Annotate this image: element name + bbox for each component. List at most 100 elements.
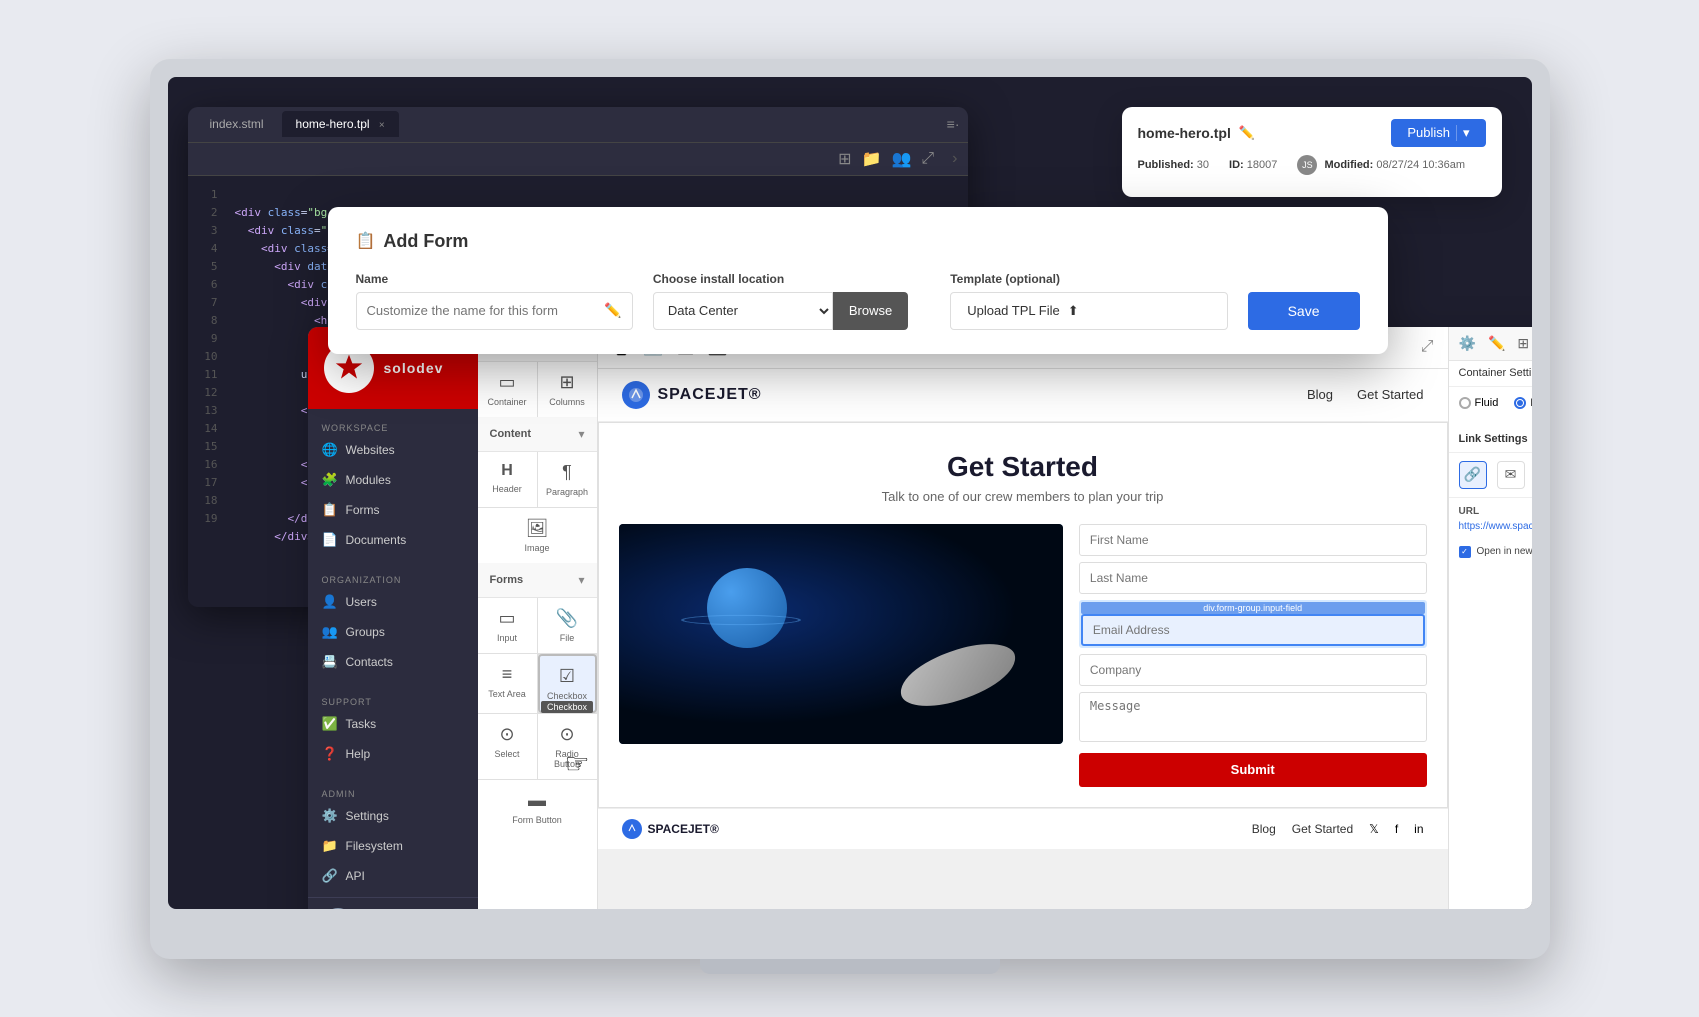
- install-location-group: Choose install location Data Center Brow…: [653, 272, 930, 330]
- workspace-label: WORKSPACE: [308, 419, 478, 435]
- sidebar-item-forms[interactable]: 📋 Forms: [308, 495, 478, 525]
- template-label: Template (optional): [950, 272, 1227, 286]
- sidebar-item-api[interactable]: 🔗 API: [308, 861, 478, 891]
- form-button-element[interactable]: ▬ Form Button: [478, 780, 597, 835]
- publish-dropdown-arrow[interactable]: ▾: [1456, 125, 1470, 141]
- non-fluid-radio[interactable]: [1514, 397, 1526, 409]
- sidebar-item-contacts[interactable]: 📇 Contacts: [308, 647, 478, 677]
- footer-brand: SPACEJET®: [648, 822, 719, 836]
- fluid-option[interactable]: Fluid: [1459, 397, 1499, 409]
- firstname-input[interactable]: [1079, 524, 1427, 556]
- forms-icon: 📋: [322, 502, 338, 518]
- facebook-icon[interactable]: f: [1395, 822, 1398, 836]
- modules-icon: 🧩: [322, 472, 338, 488]
- settings-right-icon[interactable]: ⚙️: [1459, 335, 1476, 352]
- folder-icon[interactable]: 📁: [862, 149, 882, 169]
- content-grid: H Header ¶ Paragraph 🖼 Image: [478, 452, 597, 563]
- expand-preview-icon[interactable]: ⤢: [1421, 338, 1434, 356]
- radio-element[interactable]: ⊙ Radio Button: [538, 714, 597, 779]
- checkbox-element[interactable]: ☑ Checkbox Checkbox: [538, 654, 597, 713]
- message-input[interactable]: [1079, 692, 1427, 742]
- sidebar-user: Joe Smith Manage Profile ›: [308, 897, 478, 909]
- organization-section: ORGANIZATION 👤 Users 👥 Groups 📇 Contacts: [308, 561, 478, 683]
- file-element[interactable]: 📎 File: [538, 598, 597, 653]
- container-settings-dropdown[interactable]: Container Settings ▾: [1449, 361, 1532, 387]
- twitter-icon[interactable]: 𝕏: [1369, 822, 1379, 836]
- save-group: Save: [1248, 292, 1360, 330]
- tab-index-stml[interactable]: index.stml: [196, 111, 278, 137]
- textarea-element[interactable]: ≡ Text Area: [478, 654, 537, 713]
- select-element[interactable]: ⊙ Select: [478, 714, 537, 779]
- expand-icon[interactable]: ⤢: [921, 150, 934, 168]
- footer-started[interactable]: Get Started: [1292, 822, 1353, 836]
- name-field-group: Name ✏️: [356, 272, 633, 330]
- upload-tpl-button[interactable]: Upload TPL File ⬆: [950, 292, 1227, 330]
- link-email-icon[interactable]: ✉: [1497, 461, 1525, 489]
- publish-button[interactable]: Publish ▾: [1391, 119, 1485, 147]
- sidebar-item-tasks[interactable]: ✅ Tasks: [308, 709, 478, 739]
- sidebar-item-settings[interactable]: ⚙️ Settings: [308, 801, 478, 831]
- container-element[interactable]: ▭ Container: [478, 362, 537, 417]
- content-header[interactable]: Content ▾: [478, 417, 597, 452]
- sidebar-item-help[interactable]: ❓ Help: [308, 739, 478, 769]
- form-submit-button[interactable]: Submit: [1079, 753, 1427, 787]
- hero-title: Get Started: [619, 451, 1427, 483]
- link-settings-header[interactable]: Link Settings ▾: [1449, 427, 1532, 453]
- sidebar-item-filesystem[interactable]: 📁 Filesystem: [308, 831, 478, 861]
- url-label: URL: [1459, 506, 1532, 517]
- right-panel: ⚙️ ✏️ ⊞ Container Settings ▾ Fluid: [1448, 327, 1532, 909]
- input-icon: ▭: [498, 608, 515, 629]
- main-preview: 📱 💻 🖥 ⬛ ⤢: [598, 327, 1448, 909]
- company-input[interactable]: [1079, 654, 1427, 686]
- filesystem-icon: 📁: [322, 838, 338, 854]
- users-icon[interactable]: 👥: [891, 149, 911, 169]
- laptop-frame: index.stml home-hero.tpl × ≡· ⊞ 📁 👥 ⤢ ›: [150, 59, 1550, 959]
- forms-arrow-icon: ▾: [578, 573, 584, 587]
- sidebar-item-modules[interactable]: 🧩 Modules: [308, 465, 478, 495]
- forms-grid: ▭ Input 📎 File ≡ Text Area ☑ Checkbox: [478, 598, 597, 835]
- fluid-radio[interactable]: [1459, 397, 1471, 409]
- paragraph-element[interactable]: ¶ Paragraph: [538, 452, 597, 507]
- close-tab-icon[interactable]: ×: [379, 120, 385, 131]
- new-tab-checkbox[interactable]: ✓: [1459, 546, 1471, 558]
- browse-button[interactable]: Browse: [833, 292, 908, 330]
- columns-icon: ⊞: [559, 372, 574, 393]
- editor-toolbar: ⊞ 📁 👥 ⤢ ›: [188, 143, 968, 176]
- url-value: https://www.spacejet.com: [1459, 521, 1532, 532]
- sidebar-item-groups[interactable]: 👥 Groups: [308, 617, 478, 647]
- non-fluid-option[interactable]: Non Fluid: [1514, 397, 1531, 409]
- sidebar-item-documents[interactable]: 📄 Documents: [308, 525, 478, 555]
- grid-icon[interactable]: ⊞: [838, 149, 851, 169]
- spacejet-brand-text: SPACEJET®: [658, 386, 762, 404]
- website-preview: SPACEJET® Blog Get Started Get Started T…: [598, 369, 1448, 909]
- footer-logo-icon: [622, 819, 642, 839]
- sidebar-item-users[interactable]: 👤 Users: [308, 587, 478, 617]
- lastname-input[interactable]: [1079, 562, 1427, 594]
- columns-element[interactable]: ⊞ Columns: [538, 362, 597, 417]
- save-button[interactable]: Save: [1248, 292, 1360, 330]
- email-input[interactable]: [1081, 614, 1425, 646]
- header-element[interactable]: H Header: [478, 452, 537, 507]
- forms-header[interactable]: Forms ▾: [478, 563, 597, 598]
- grid-right-icon[interactable]: ⊞: [1517, 335, 1529, 352]
- name-input[interactable]: [367, 303, 605, 318]
- nav-get-started[interactable]: Get Started: [1357, 387, 1423, 402]
- input-element[interactable]: ▭ Input: [478, 598, 537, 653]
- nav-blog[interactable]: Blog: [1307, 387, 1333, 402]
- form-icon: 📋: [356, 231, 376, 251]
- image-element[interactable]: 🖼 Image: [478, 508, 597, 563]
- new-tab-option[interactable]: ✓ Open in new tab: [1449, 540, 1532, 564]
- chevron-right-icon[interactable]: ›: [952, 150, 957, 168]
- edit-right-icon[interactable]: ✏️: [1488, 335, 1505, 352]
- link-url-icon[interactable]: 🔗: [1459, 461, 1487, 489]
- container-settings-content: Fluid Non Fluid: [1449, 387, 1532, 427]
- sidebar-item-websites[interactable]: 🌐 Websites: [308, 435, 478, 465]
- tab-home-hero[interactable]: home-hero.tpl ×: [282, 111, 399, 137]
- link-settings-label: Link Settings: [1459, 433, 1528, 446]
- footer-blog[interactable]: Blog: [1252, 822, 1276, 836]
- edit-icon[interactable]: ✏️: [1239, 125, 1255, 141]
- hero-image: [619, 524, 1063, 744]
- menu-dots-icon[interactable]: ≡·: [947, 116, 960, 132]
- install-location-select[interactable]: Data Center: [653, 292, 833, 330]
- linkedin-icon[interactable]: in: [1414, 822, 1423, 836]
